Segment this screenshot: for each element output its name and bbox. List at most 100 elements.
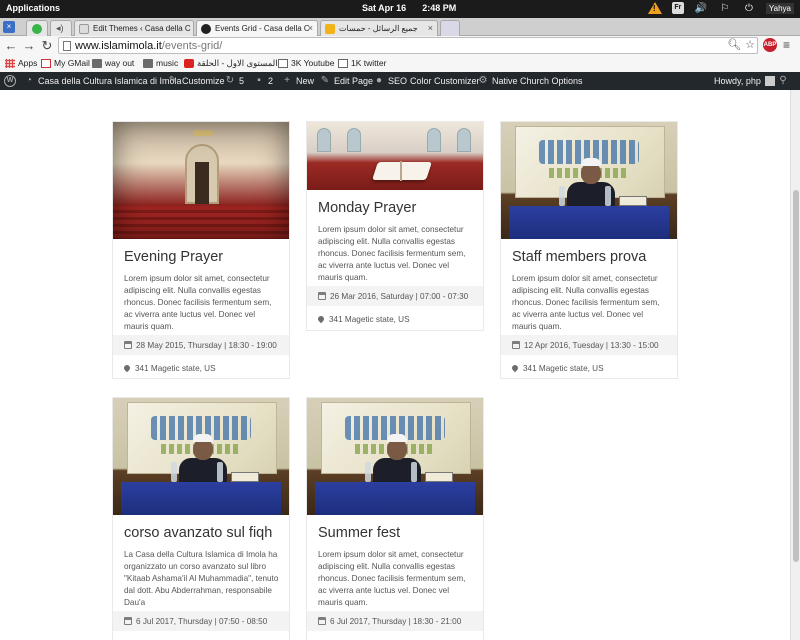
- event-date-bar: 6 Jul 2017, Thursday | 18:30 - 21:00: [307, 611, 483, 631]
- event-image[interactable]: [113, 122, 289, 239]
- warning-icon[interactable]: [647, 2, 662, 14]
- event-title[interactable]: Staff members prova: [512, 249, 677, 265]
- new-content-link[interactable]: + New: [282, 76, 315, 87]
- bookmark-way-out[interactable]: way out: [92, 58, 134, 68]
- page-scrollbar[interactable]: [790, 90, 800, 640]
- user-menu[interactable]: Yahya: [765, 2, 794, 14]
- dashboard-icon: ◔: [25, 75, 33, 86]
- event-card[interactable]: Monday Prayer Lorem ipsum dolor sit amet…: [306, 121, 484, 331]
- bookmark-label: way out: [105, 58, 135, 68]
- event-card[interactable]: Evening Prayer Lorem ipsum dolor sit ame…: [112, 121, 290, 379]
- event-title[interactable]: corso avanzato sul fiqh: [124, 525, 289, 541]
- bookmark-arabic-lesson[interactable]: المستوى الاول - الحلقة: [184, 58, 278, 69]
- event-description: Lorem ipsum dolor sit amet, consectetur …: [318, 225, 466, 282]
- new-tab-button[interactable]: [440, 20, 460, 36]
- new-label: New: [296, 76, 315, 86]
- window-shape: [457, 128, 471, 152]
- speaker-cap-shape: [193, 434, 213, 442]
- event-image[interactable]: [501, 122, 677, 239]
- event-title[interactable]: Summer fest: [318, 525, 483, 541]
- forward-arrow-icon[interactable]: →: [22, 38, 36, 54]
- books-shape: [425, 472, 453, 482]
- bookmark-label: 1K twitter: [351, 58, 387, 68]
- tab-edit-themes[interactable]: Edit Themes ‹ Casa della C: [74, 20, 194, 36]
- tab-messages[interactable]: جميع الرسائل - حمسات ×: [320, 20, 438, 36]
- bookmark-apps[interactable]: Apps: [5, 58, 37, 68]
- event-description: Lorem ipsum dolor sit amet, consectetur …: [124, 274, 272, 331]
- browser-tab-strip: × ◂) Edit Themes ‹ Casa della C Events G…: [0, 18, 800, 36]
- clock-date: Sat Apr 16: [362, 3, 407, 13]
- event-title[interactable]: Evening Prayer: [124, 249, 289, 265]
- updates-link[interactable]: ↻ 5: [225, 76, 244, 87]
- close-tab-icon[interactable]: ×: [308, 23, 313, 33]
- comments-link[interactable]: ▪ 2: [254, 76, 274, 87]
- clock-time: 2:48 PM: [422, 3, 457, 13]
- event-card[interactable]: corso avanzato sul fiqh La Casa della Cu…: [112, 397, 290, 640]
- tab-events-grid[interactable]: Events Grid - Casa della C ×: [196, 20, 318, 36]
- bookmark-label: My GMail: [54, 58, 90, 68]
- site-name-label: Casa della Cultura Islamica di Imola: [38, 76, 182, 86]
- tab-whatsapp[interactable]: [26, 20, 48, 36]
- zoom-search-icon[interactable]: 🔍︎: [727, 38, 741, 51]
- event-image[interactable]: [307, 122, 483, 190]
- bookmark-music[interactable]: music: [143, 58, 178, 68]
- account-menu[interactable]: Howdy, php: [714, 76, 775, 86]
- comments-count: 2: [268, 76, 274, 86]
- event-description: Lorem ipsum dolor sit amet, consectetur …: [318, 550, 466, 607]
- event-image[interactable]: [113, 398, 289, 515]
- seo-dot-icon: ●: [375, 75, 383, 86]
- book-spine-shape: [400, 161, 402, 181]
- admin-search-button[interactable]: ⚲: [778, 76, 788, 86]
- events-grid-page: Evening Prayer Lorem ipsum dolor sit ame…: [0, 90, 790, 640]
- seo-link[interactable]: ● SEO: [374, 75, 407, 87]
- bookmark-gmail[interactable]: My GMail: [41, 58, 90, 68]
- os-top-panel: Applications Sat Apr 16 2:48 PM Fr 🔊 ⚐ ⏻ …: [0, 0, 800, 18]
- customize-label: Customize: [182, 76, 225, 86]
- applications-menu[interactable]: Applications: [6, 3, 60, 13]
- quran-book-shape: [372, 162, 432, 180]
- native-church-options-link[interactable]: ⚙ Native Church Options: [478, 75, 583, 87]
- bookmark-star-icon[interactable]: ☆: [745, 38, 755, 51]
- books-shape: [619, 196, 647, 206]
- browser-menu-icon[interactable]: ≡: [783, 38, 795, 52]
- event-card[interactable]: Staff members prova Lorem ipsum dolor si…: [500, 121, 678, 379]
- whatsapp-icon: [32, 24, 42, 34]
- network-icon[interactable]: ⚐: [718, 1, 732, 15]
- event-card[interactable]: Summer fest Lorem ipsum dolor sit amet, …: [306, 397, 484, 640]
- mail-favicon-icon: [325, 24, 335, 34]
- event-date-bar: 12 Apr 2016, Tuesday | 13:30 - 15:00: [501, 335, 677, 355]
- window-shape: [317, 128, 331, 152]
- wordpress-logo-button[interactable]: W: [4, 75, 16, 87]
- address-bar[interactable]: www.islamimola.it/events-grid/ 🔍︎ ☆: [58, 37, 758, 54]
- event-date-bar: 6 Jul 2017, Thursday | 07:50 - 08:50: [113, 611, 289, 631]
- scrollbar-thumb[interactable]: [793, 190, 799, 562]
- page-info-icon[interactable]: [63, 41, 71, 51]
- bookmark-1k-twitter[interactable]: 1K twitter: [338, 58, 386, 68]
- clock[interactable]: Sat Apr 16 2:48 PM: [362, 3, 472, 13]
- back-arrow-icon[interactable]: ←: [4, 38, 18, 54]
- bookmark-3k-youtube[interactable]: 3K Youtube: [278, 58, 335, 68]
- site-name-link[interactable]: ◔ Casa della Cultura Islamica di Imola: [24, 75, 182, 87]
- event-title[interactable]: Monday Prayer: [318, 200, 483, 216]
- page-icon: [79, 24, 89, 34]
- edit-page-link[interactable]: ✎ Edit Page: [320, 76, 373, 87]
- power-icon[interactable]: ⏻: [742, 1, 756, 15]
- gear-icon: ⚙: [478, 75, 488, 86]
- event-date: 26 Mar 2016, Saturday | 07:00 - 07:30: [330, 292, 469, 301]
- map-pin-icon: [122, 363, 132, 373]
- document-icon: [278, 58, 288, 68]
- calendar-icon: [512, 341, 520, 349]
- event-description: La Casa della Cultura Islamica di Imola …: [124, 550, 279, 607]
- close-tab-icon[interactable]: ×: [428, 23, 433, 33]
- window-close-icon[interactable]: ×: [3, 21, 15, 33]
- event-image[interactable]: [307, 398, 483, 515]
- color-customizer-link[interactable]: Color Customizer: [410, 76, 480, 86]
- reload-icon[interactable]: ↻: [40, 38, 54, 54]
- keyboard-layout-icon[interactable]: Fr: [671, 2, 684, 14]
- bookmark-label: المستوى الاول - الحلقة: [197, 58, 278, 68]
- customize-link[interactable]: ✎ Customize: [168, 76, 225, 87]
- adblock-icon[interactable]: ABP: [763, 38, 777, 52]
- folder-icon: [92, 58, 102, 68]
- volume-icon[interactable]: 🔊: [694, 1, 708, 15]
- tab-muted[interactable]: ◂): [50, 20, 72, 36]
